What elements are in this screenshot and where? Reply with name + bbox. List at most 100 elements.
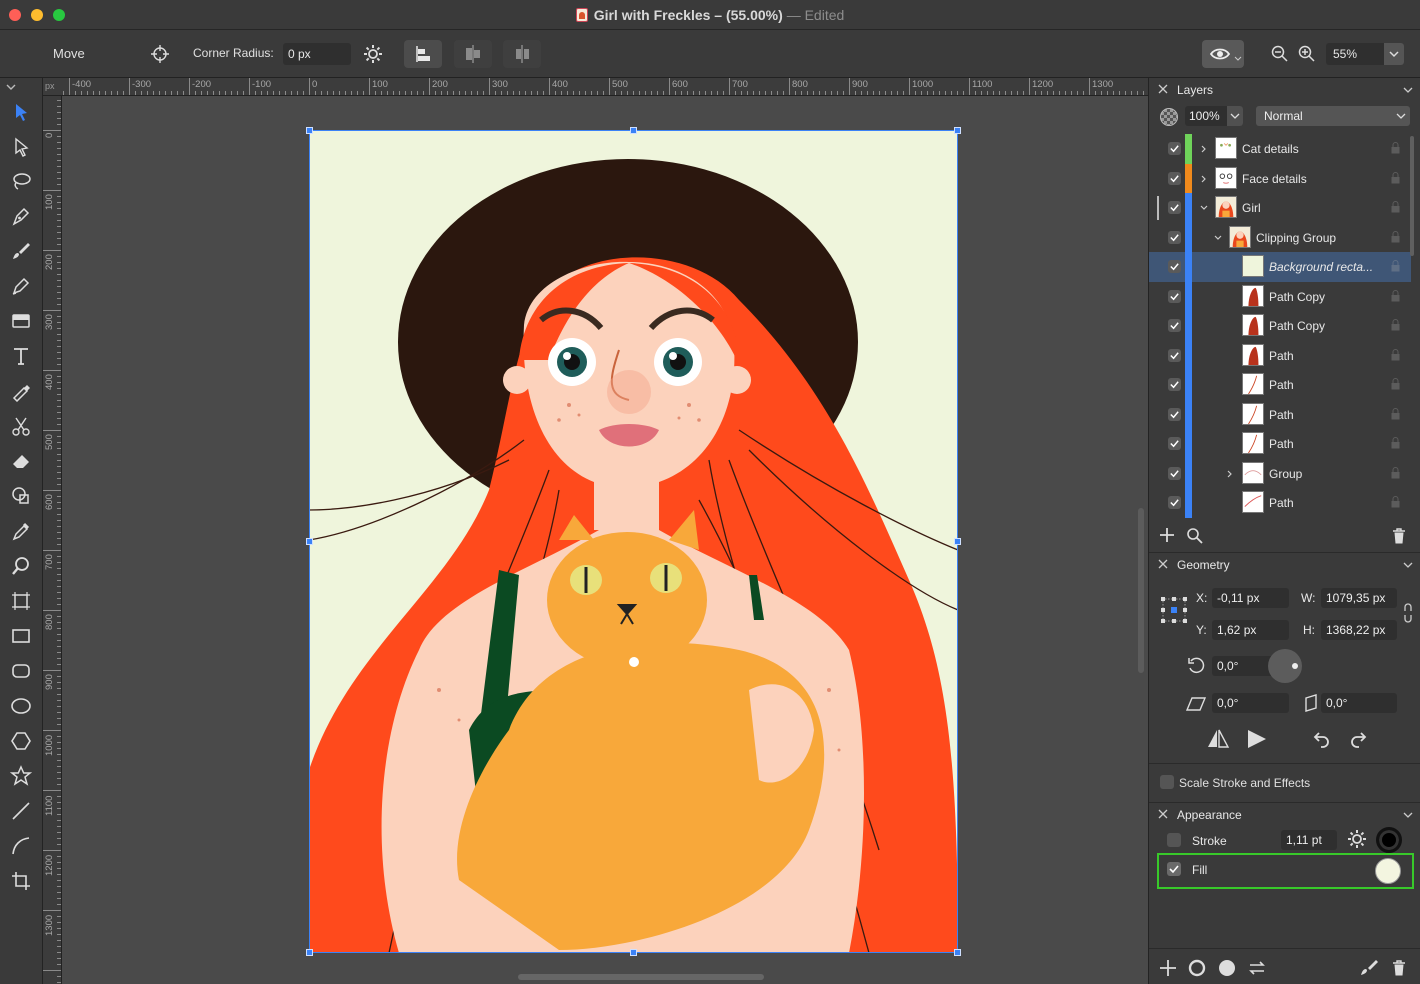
lock-icon[interactable] [1391,142,1400,154]
line-tool[interactable] [8,798,34,824]
skew-vertical-field[interactable]: 0,0° [1321,693,1397,713]
artboard-tool[interactable] [8,588,34,614]
search-icon[interactable] [1186,527,1204,545]
lock-icon[interactable] [1391,348,1400,361]
gear-icon[interactable] [1346,828,1368,850]
layer-visibility-checkbox[interactable] [1168,407,1181,421]
canvas-area[interactable] [62,96,1148,984]
gear-icon[interactable] [362,43,384,65]
add-icon[interactable] [1158,958,1178,978]
close-icon[interactable] [1157,558,1169,570]
align-left-button[interactable] [404,40,442,68]
chevron-right-icon[interactable] [1225,469,1235,479]
star-tool[interactable] [8,763,34,789]
align-center-button[interactable] [454,40,492,68]
close-icon[interactable] [1157,83,1169,95]
horizontal-ruler[interactable]: px -400 -300 -200 -100 0 100 200 300 400 500 600 70… [43,78,1148,96]
pointer-tool[interactable] [8,99,34,125]
layer-visibility-checkbox[interactable] [1168,201,1181,214]
link-icon[interactable] [1403,603,1413,623]
lock-icon[interactable] [1391,289,1400,302]
opacity-dropdown-button[interactable] [1227,106,1243,126]
skew-horizontal-field[interactable]: 0,0° [1212,693,1289,713]
layers-header[interactable]: Layers [1149,79,1420,101]
vertical-ruler[interactable]: 0 100 200 300 400 500 600 700 800 900 1000 1100 1200… [43,96,62,984]
resize-handle-left[interactable] [306,538,313,545]
layer-visibility-checkbox[interactable] [1168,142,1181,155]
resize-handle-bottom-left[interactable] [306,949,313,956]
lock-icon[interactable] [1391,437,1400,449]
color-picker-tool[interactable] [8,518,34,544]
layer-visibility-checkbox[interactable] [1168,230,1181,244]
lock-icon[interactable] [1391,201,1400,213]
close-icon[interactable] [1157,808,1169,820]
layer-visibility-checkbox[interactable] [1168,289,1181,303]
scale-stroke-checkbox[interactable] [1160,775,1174,789]
eyedropper-pen-tool[interactable] [8,378,34,404]
layer-row[interactable]: Path [1149,340,1411,370]
layer-visibility-checkbox[interactable] [1168,348,1181,362]
corner-radius-input[interactable]: 0 px [283,43,351,65]
flip-vertical-icon[interactable] [1245,727,1269,751]
chevron-down-icon[interactable] [5,82,17,92]
chevron-down-icon[interactable] [1403,86,1413,94]
zoom-dropdown-button[interactable] [1384,43,1404,65]
lasso-tool[interactable] [8,168,34,194]
chevron-right-icon[interactable] [1199,144,1209,154]
swap-icon[interactable] [1247,958,1267,978]
lock-icon[interactable] [1391,378,1400,390]
direct-select-tool[interactable] [8,134,34,160]
rectangle-tool[interactable] [8,623,34,649]
layer-row[interactable]: Path [1149,429,1411,459]
layer-row[interactable]: Path [1149,370,1411,400]
layer-row[interactable]: Clipping Group [1149,222,1411,252]
layers-list[interactable]: Cat details Face details Girl Clipping Grou… [1149,134,1420,518]
zoom-in-icon[interactable] [1297,44,1317,64]
layer-row[interactable]: Face details [1149,163,1411,193]
zoom-level-field[interactable]: 55% [1326,43,1404,65]
lock-icon[interactable] [1391,466,1400,479]
vertical-scrollbar[interactable] [1138,508,1144,673]
add-fill-icon[interactable] [1217,958,1237,978]
layer-visibility-checkbox[interactable] [1168,378,1181,391]
brush-icon[interactable] [1359,958,1379,978]
y-position-field[interactable]: 1,62 px [1212,620,1289,640]
rotate-right-icon[interactable] [1348,727,1372,751]
height-field[interactable]: 1368,22 px [1321,620,1397,640]
rounded-rectangle-tool[interactable] [8,658,34,684]
layer-row[interactable]: Background recta... [1149,252,1411,282]
lock-icon[interactable] [1391,230,1400,243]
layer-row[interactable]: Path Copy [1149,281,1411,311]
distribute-button[interactable] [503,40,541,68]
layer-row[interactable]: Cat details [1149,134,1411,164]
geometry-header[interactable]: Geometry [1149,554,1420,576]
layers-scrollbar[interactable] [1410,136,1414,256]
layer-opacity-field[interactable]: 100% [1185,106,1243,126]
layer-row[interactable]: Girl [1149,193,1411,223]
add-layer-icon[interactable] [1159,527,1175,543]
crosshair-icon[interactable] [150,44,170,64]
layer-row[interactable]: Group [1149,458,1411,488]
stroke-width-field[interactable]: 1,11 pt [1281,830,1337,850]
shape-builder-tool[interactable] [8,483,34,509]
ellipse-tool[interactable] [8,693,34,719]
scissors-tool[interactable] [8,413,34,439]
layer-visibility-checkbox[interactable] [1168,319,1181,332]
polygon-tool[interactable] [8,728,34,754]
stroke-checkbox[interactable] [1167,833,1181,847]
resize-handle-right[interactable] [954,538,961,545]
layer-visibility-checkbox[interactable] [1168,496,1181,509]
chevron-down-icon[interactable] [1403,561,1413,569]
layer-visibility-checkbox[interactable] [1168,437,1181,450]
rotation-dial[interactable] [1268,649,1302,683]
flip-horizontal-icon[interactable] [1206,727,1230,751]
lock-icon[interactable] [1391,171,1400,184]
add-stroke-icon[interactable] [1187,958,1207,978]
layer-visibility-checkbox[interactable] [1168,466,1181,480]
fill-color-swatch[interactable] [1375,858,1401,884]
anchor-point-icon[interactable] [1159,595,1189,625]
layer-row[interactable]: Path [1149,488,1411,518]
pen-tool[interactable] [8,203,34,229]
layer-visibility-checkbox[interactable] [1168,171,1181,185]
pencil-tool[interactable] [8,273,34,299]
